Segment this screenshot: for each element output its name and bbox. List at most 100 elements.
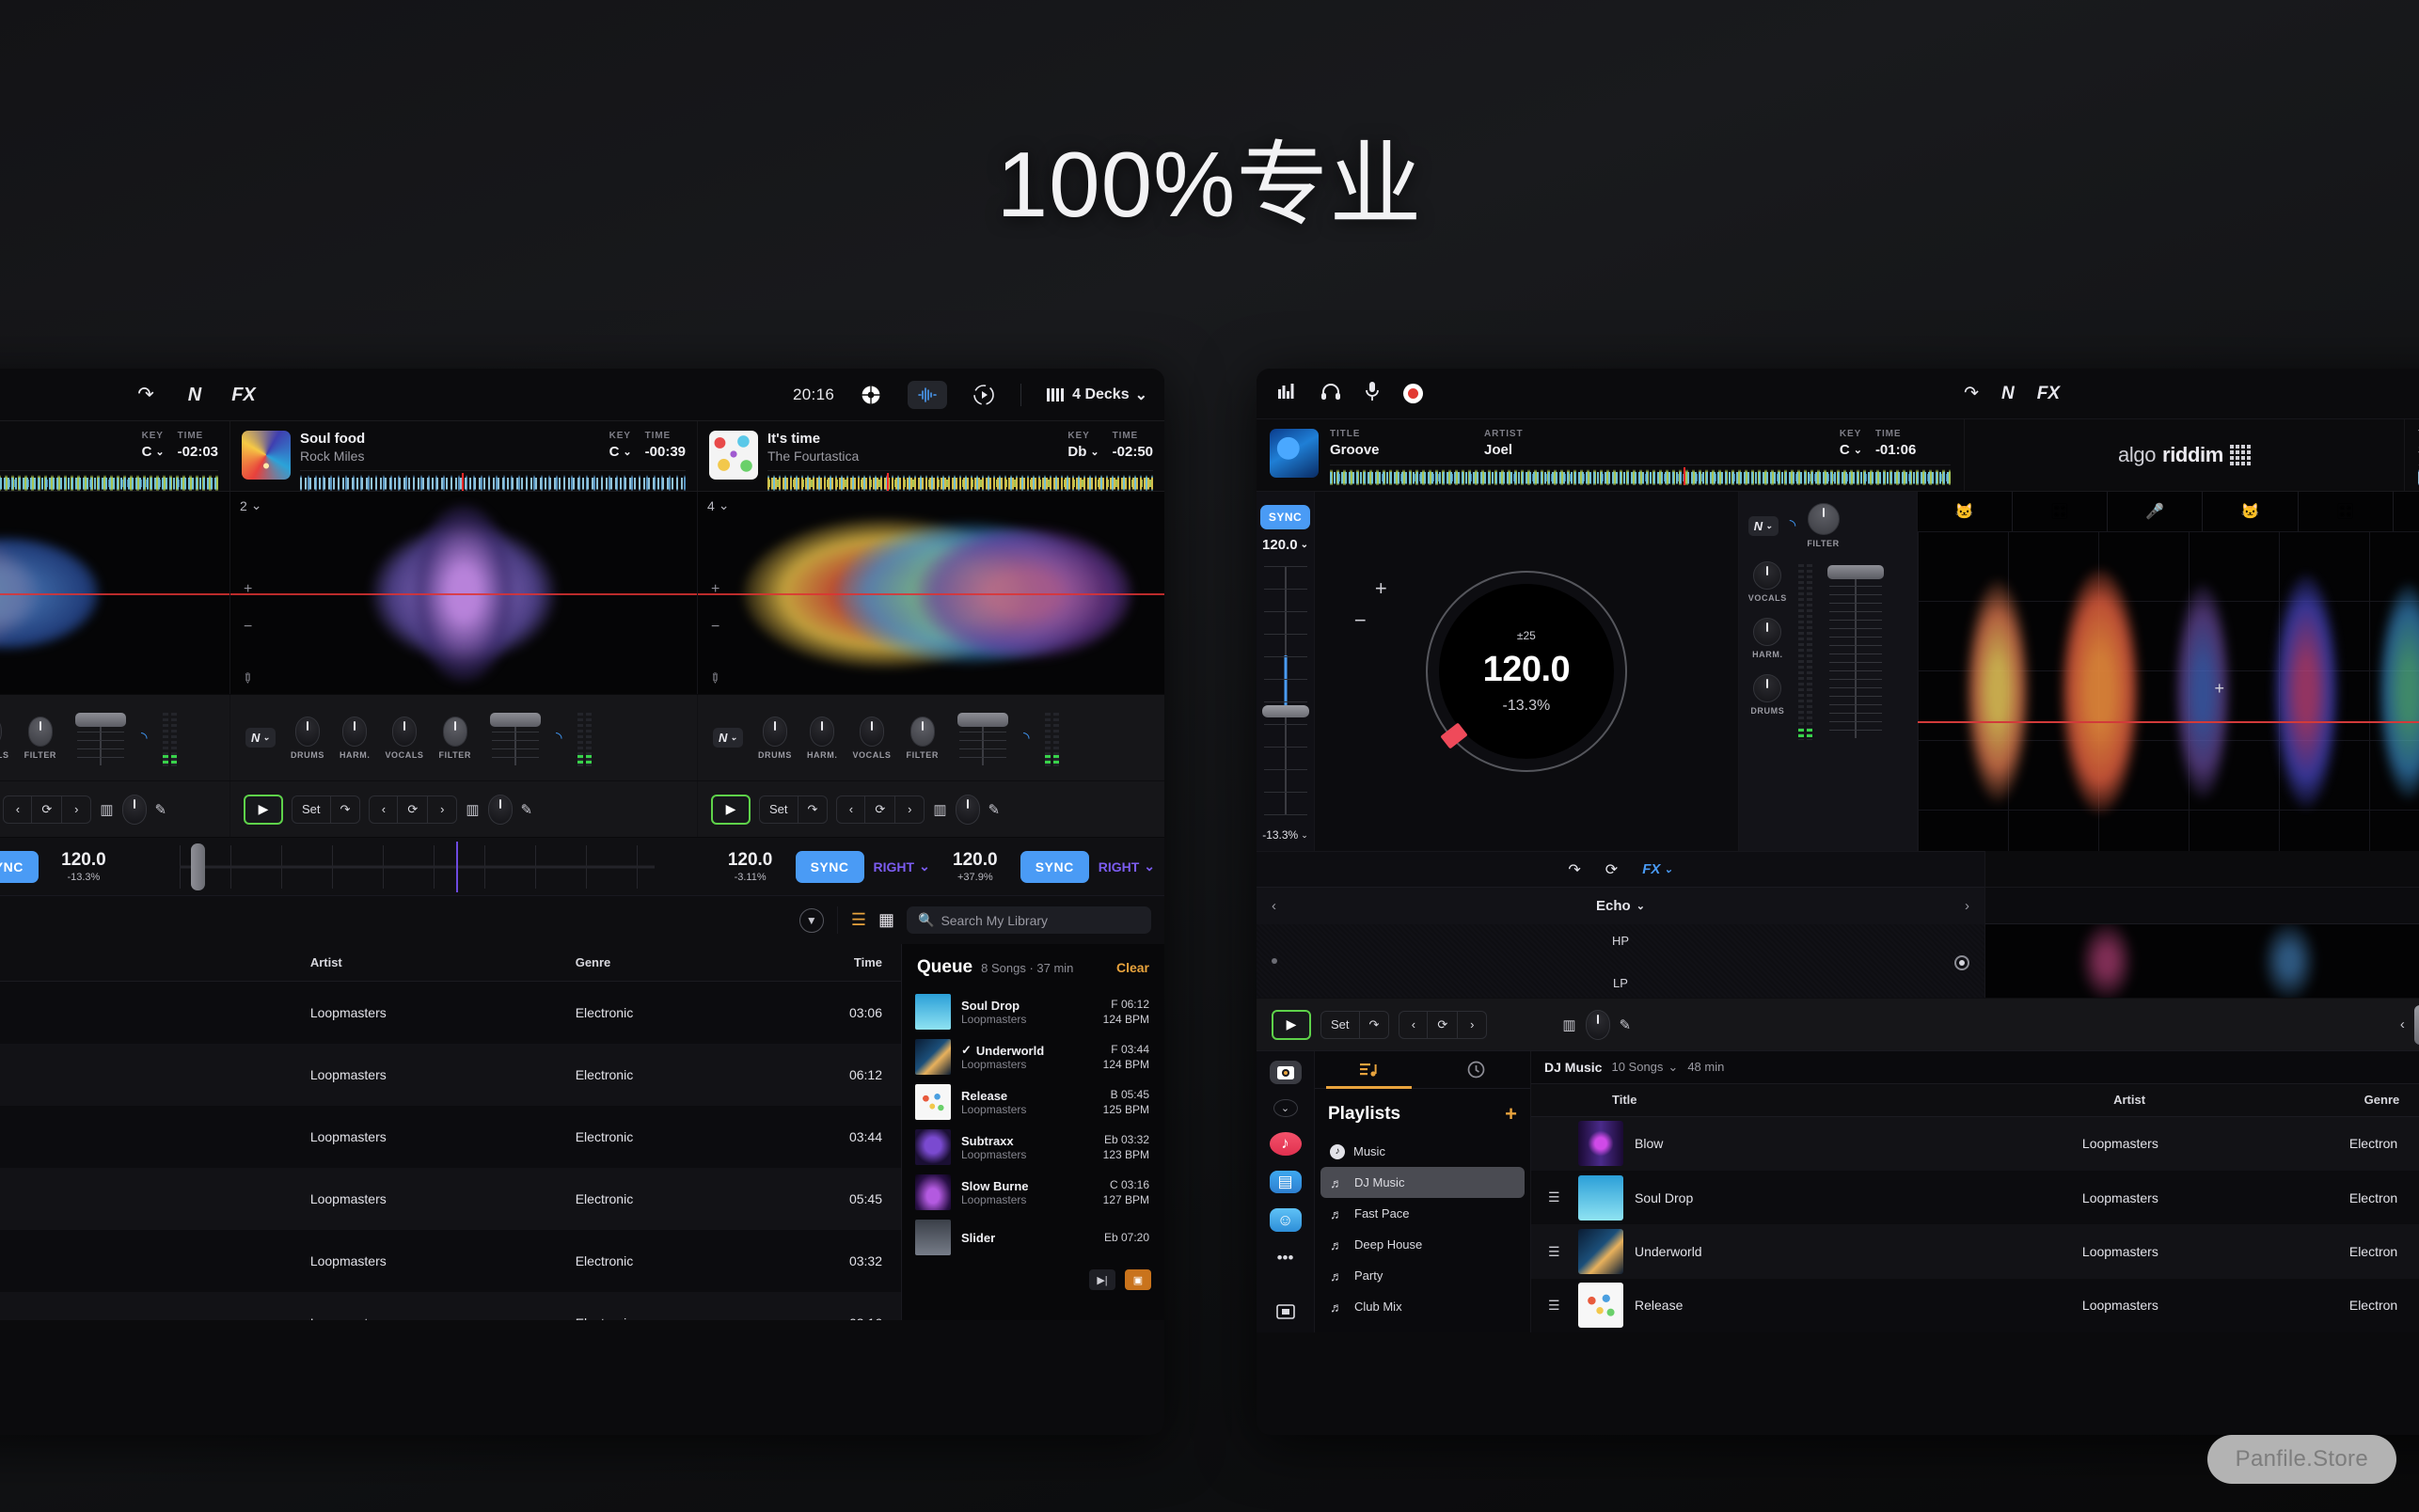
funnel-icon[interactable]: ▼ [798, 907, 824, 933]
playlist-item-club-mix[interactable]: ♬ Club Mix [1320, 1291, 1525, 1322]
drums-knob[interactable] [294, 716, 320, 747]
bpm-display-mid[interactable]: 120.0 -3.11% [715, 850, 786, 883]
queue-play-button[interactable]: ▶| [1089, 1269, 1115, 1290]
record-icon[interactable] [1403, 384, 1423, 403]
table-row[interactable]: raxx Loopmasters Electronic 03:32 [0, 1230, 901, 1292]
table-row[interactable]: ase Loopmasters Electronic 05:45 [0, 1168, 901, 1230]
pad-vocals-icon[interactable]: 🎤 [2108, 492, 2204, 531]
volume-fader[interactable] [957, 709, 1008, 767]
key-chip[interactable]: N ⌄ [713, 728, 743, 748]
bpm-display[interactable]: 120.0 ⌄ [1262, 537, 1308, 553]
pen-icon[interactable]: ✎ [988, 801, 1001, 818]
lane-number[interactable]: 2 ⌄ [240, 497, 262, 513]
pen-icon[interactable]: ✎ [521, 801, 533, 818]
queue-list-icon[interactable]: ☰ [1548, 1298, 1567, 1314]
queue-item[interactable]: Subtraxx Loopmasters Eb 03:32 123 BPM [902, 1125, 1164, 1170]
playlist-item-party[interactable]: ♬ Party [1320, 1260, 1525, 1291]
right-channel-selector-2[interactable]: RIGHT ⌄ [1099, 858, 1155, 874]
sidebar-item-video[interactable]: ▤ [1269, 1170, 1302, 1194]
cue-arc-icon[interactable]: ◝ [1790, 516, 1796, 535]
set-cue-button[interactable]: Set [760, 795, 798, 823]
jog-wheel[interactable]: + − ±25 120.0 -13.3% [1354, 571, 1627, 772]
bpm-display-right[interactable]: 120.0 +37.9% [940, 850, 1011, 883]
grid-view-icon[interactable]: ▦ [878, 910, 894, 930]
knob-icon[interactable] [1585, 1009, 1610, 1040]
knob-icon[interactable] [955, 794, 980, 825]
chevron-right-icon[interactable]: › [1458, 1012, 1486, 1038]
key-chip[interactable]: N ⌄ [1747, 515, 1779, 536]
chevron-left-icon[interactable]: ‹ [2400, 1016, 2405, 1032]
loop-icon[interactable]: ↷ [798, 796, 828, 823]
cue-arc-icon[interactable]: ◝ [1023, 729, 1030, 748]
filter-reset-icon[interactable] [1954, 954, 1969, 970]
table-row[interactable]: rworld Loopmasters Electronic 03:44 [0, 1106, 901, 1168]
chevron-right-icon[interactable]: › [428, 796, 456, 823]
vocals-knob[interactable] [391, 716, 417, 747]
tab-playlists[interactable] [1315, 1051, 1423, 1089]
deck-key[interactable]: KEY Db ⌄ [1067, 431, 1099, 460]
harm-knob[interactable] [810, 716, 835, 747]
zoom-in-icon[interactable]: + [711, 581, 719, 598]
loop-icon[interactable]: ⟳ [32, 795, 63, 823]
pads-icon[interactable]: ▥ [466, 801, 479, 818]
queue-list-icon[interactable]: ☰ [1548, 1189, 1567, 1205]
pad-instruments-icon[interactable]: 🎛 [2013, 492, 2109, 531]
sync-button-right[interactable]: SYNC [1020, 850, 1089, 883]
harm-knob[interactable] [342, 716, 368, 747]
zoom-out-icon[interactable]: − [244, 619, 252, 636]
queue-item[interactable]: Slider Eb 07:20 [902, 1215, 1164, 1260]
loop-icon[interactable]: ⟳ [1428, 1011, 1459, 1038]
volume-fader[interactable] [489, 709, 541, 767]
sidebar-item-apple-music[interactable]: ♪ [1269, 1131, 1302, 1156]
headphones-icon[interactable] [1320, 382, 1341, 406]
vocals-knob[interactable] [859, 716, 884, 747]
key-icon[interactable]: N [2001, 384, 2015, 404]
microphone-icon[interactable] [1364, 381, 1381, 407]
sync-button-mid[interactable]: SYNC [795, 850, 864, 883]
filter-knob[interactable] [1807, 503, 1840, 535]
key-icon[interactable]: N [182, 381, 207, 409]
pad-instruments2-icon[interactable]: 🎛 [2299, 492, 2394, 531]
sync-button[interactable]: SYNC [1259, 505, 1311, 529]
volume-fader[interactable] [1826, 561, 1884, 740]
sidebar-item-eject[interactable] [1270, 1299, 1302, 1323]
cue-arc-icon[interactable]: ◝ [141, 729, 148, 748]
table-row[interactable]: Blow Loopmasters Electron [1531, 1116, 2419, 1172]
pads-icon[interactable]: ▥ [100, 801, 113, 818]
table-row[interactable]: Drop Loopmasters Electronic 06:12 [0, 1044, 901, 1106]
volume-fader[interactable] [75, 709, 127, 767]
chevron-left-icon[interactable]: ‹ [370, 795, 399, 823]
target-icon[interactable] [972, 381, 996, 409]
table-row[interactable]: ☰ Release Loopmasters Electron [1531, 1278, 2419, 1332]
crossfader[interactable] [134, 841, 700, 892]
loop-icon[interactable]: ↷ [1964, 383, 1979, 404]
chevron-down-icon[interactable]: ⌄ [1273, 1098, 1298, 1117]
deck-key[interactable]: KEY C ⌄ [609, 431, 632, 460]
deck-key[interactable]: KEY C ⌄ [142, 431, 165, 460]
right-channel-selector[interactable]: RIGHT ⌄ [874, 858, 930, 874]
zoom-in-icon[interactable]: + [2215, 679, 2225, 699]
vocals-knob[interactable] [1753, 561, 1782, 590]
set-cue-button[interactable]: Set [292, 795, 331, 823]
globe-icon[interactable] [859, 381, 883, 409]
pad-drums2-icon[interactable]: 🐱 [2203, 492, 2299, 531]
pen-icon[interactable]: ✎ [155, 801, 167, 818]
zoom-in-icon[interactable]: + [244, 581, 252, 598]
deck-mini-waveform[interactable] [1330, 465, 1951, 485]
deck-mini-waveform[interactable] [767, 470, 1153, 491]
pen-icon[interactable]: ✎ [1620, 1016, 1632, 1033]
queue-add-button[interactable]: ▣ [1125, 1269, 1151, 1290]
waveform-icon[interactable] [908, 380, 948, 409]
scrub-handle[interactable] [2413, 1004, 2419, 1045]
sidebar-item-more[interactable]: ••• [1270, 1247, 1302, 1270]
deck-key[interactable]: KEY C ⌄ [1840, 429, 1862, 458]
loop-icon[interactable]: ⟳ [865, 795, 896, 823]
chevron-right-icon[interactable]: › [1965, 898, 1969, 914]
waveform-lane-1[interactable] [0, 492, 230, 694]
chevron-left-icon[interactable]: ‹ [1399, 1011, 1429, 1038]
playlist-item-music[interactable]: ♪ Music [1320, 1136, 1525, 1167]
queue-list-icon[interactable]: ☰ [1548, 1244, 1567, 1260]
deck-mini-waveform[interactable] [300, 470, 686, 491]
harm-knob[interactable] [1753, 618, 1782, 646]
table-row[interactable]: Loopmasters Electronic 03:06 [0, 982, 901, 1044]
